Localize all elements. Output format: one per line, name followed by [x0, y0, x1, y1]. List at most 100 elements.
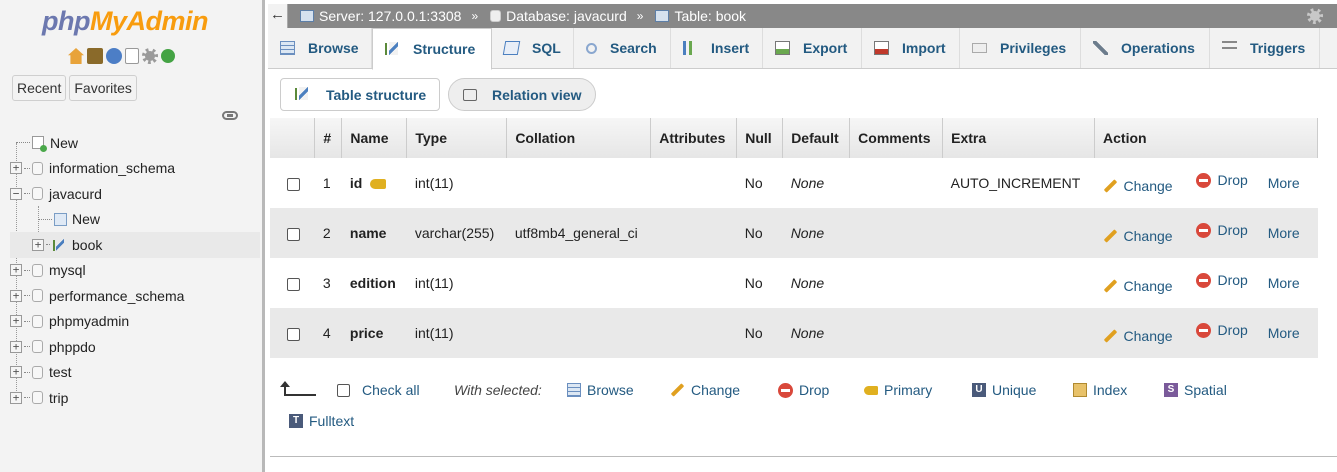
expand-icon[interactable]: + — [10, 391, 22, 404]
column-header-name[interactable]: Name — [341, 118, 408, 158]
tab-browse[interactable]: Browse — [268, 28, 372, 68]
breadcrumb-table[interactable]: Table: book — [655, 8, 746, 24]
drop-button[interactable]: Drop — [1196, 272, 1248, 288]
home-icon[interactable] — [68, 48, 84, 64]
tree-item-mysql[interactable]: + mysql — [10, 258, 260, 284]
change-button[interactable]: Change — [1103, 178, 1173, 194]
tab-export[interactable]: Export — [763, 28, 862, 68]
tab-label: SQL — [532, 40, 561, 56]
field-comments — [849, 258, 943, 308]
drop-button[interactable]: Drop — [1196, 222, 1248, 239]
tab-import[interactable]: Import — [862, 28, 960, 68]
drop-button[interactable]: Drop — [1196, 172, 1248, 188]
tab-insert[interactable]: Insert — [671, 28, 763, 68]
drop-icon — [1196, 222, 1212, 238]
bulk-browse-label: Browse — [587, 382, 634, 398]
change-button[interactable]: Change — [1103, 328, 1173, 344]
expand-icon[interactable]: + — [32, 238, 44, 251]
database-icon — [32, 391, 43, 405]
row-checkbox[interactable] — [287, 227, 300, 241]
breadcrumb-server[interactable]: Server: 127.0.0.1:3308 — [300, 8, 461, 24]
more-button[interactable]: More — [1268, 325, 1300, 341]
tree-item-information-schema[interactable]: + information_schema — [10, 156, 260, 182]
change-button[interactable]: Change — [1103, 228, 1173, 244]
link-with-main-panel-icon[interactable] — [222, 111, 238, 120]
tab-triggers[interactable]: Triggers — [1210, 28, 1320, 68]
bulk-index-button[interactable]: Index — [1073, 382, 1127, 398]
sql-icon — [502, 41, 521, 55]
tab-sql[interactable]: SQL — [492, 28, 574, 68]
tab-structure[interactable]: Structure — [372, 28, 492, 70]
more-button[interactable]: More — [1268, 175, 1300, 191]
expand-icon[interactable]: + — [10, 289, 22, 302]
check-all-control[interactable]: Check all — [337, 382, 420, 398]
field-extra: AUTO_INCREMENT — [942, 158, 1095, 208]
drop-button[interactable]: Drop — [1196, 322, 1248, 338]
bulk-unique-button[interactable]: U Unique — [972, 382, 1036, 398]
tree-item-book[interactable]: + book — [10, 232, 260, 258]
column-header-collation[interactable]: Collation — [506, 118, 652, 158]
settings-icon[interactable] — [142, 48, 158, 64]
phpmyadmin-logo[interactable]: phpMyAdmin — [42, 6, 208, 37]
tree-item-phpmyadmin[interactable]: + phpmyadmin — [10, 309, 260, 335]
more-button[interactable]: More — [1268, 275, 1300, 291]
expand-icon[interactable]: + — [10, 366, 22, 379]
breadcrumb-database[interactable]: Database: javacurd — [490, 8, 627, 24]
help-icon[interactable] — [106, 48, 122, 64]
row-checkbox[interactable] — [287, 177, 300, 191]
pencil-icon — [670, 383, 685, 397]
bulk-drop-button[interactable]: Drop — [778, 382, 829, 398]
drop-icon — [1196, 172, 1212, 188]
tab-operations[interactable]: Operations — [1081, 28, 1210, 68]
tab-search[interactable]: Search — [574, 28, 671, 68]
logout-icon[interactable] — [87, 48, 103, 64]
tree-item-phppdo[interactable]: + phppdo — [10, 334, 260, 360]
column-header-extra[interactable]: Extra — [942, 118, 1096, 158]
subtab-table-structure[interactable]: Table structure — [280, 78, 440, 111]
column-header-number[interactable]: # — [314, 118, 343, 158]
bulk-browse-button[interactable]: Browse — [567, 382, 634, 398]
subtab-relation-view[interactable]: Relation view — [448, 78, 596, 111]
bulk-change-button[interactable]: Change — [670, 382, 740, 398]
tree-item-trip[interactable]: + trip — [10, 385, 260, 411]
favorites-button[interactable]: Favorites — [69, 75, 137, 101]
change-label: Change — [1123, 227, 1173, 244]
tree-item-performance-schema[interactable]: + performance_schema — [10, 283, 260, 309]
expand-icon[interactable]: + — [10, 340, 22, 353]
expand-icon[interactable]: + — [10, 315, 22, 328]
bulk-fulltext-button[interactable]: T Fulltext — [289, 413, 354, 429]
tree-item-test[interactable]: + test — [10, 360, 260, 386]
documentation-icon[interactable] — [125, 48, 139, 64]
expand-icon[interactable]: + — [10, 264, 22, 277]
page-settings-gear-icon[interactable] — [1307, 8, 1323, 24]
tree-item-new[interactable]: New — [10, 130, 260, 156]
bulk-primary-button[interactable]: Primary — [864, 382, 932, 398]
tree-item-javacurd[interactable]: − javacurd — [10, 181, 260, 207]
database-icon — [490, 10, 502, 22]
column-header-type[interactable]: Type — [406, 118, 508, 158]
new-table-icon — [54, 212, 67, 226]
column-header-default[interactable]: Default — [782, 118, 851, 158]
expand-icon[interactable]: + — [10, 162, 22, 175]
row-checkbox[interactable] — [287, 277, 300, 291]
tab-privileges[interactable]: Privileges — [960, 28, 1081, 68]
check-all-label[interactable]: Check all — [362, 382, 420, 398]
collapse-icon[interactable]: − — [10, 187, 22, 200]
drop-label: Drop — [1217, 222, 1248, 239]
column-header-attributes[interactable]: Attributes — [650, 118, 738, 158]
change-button[interactable]: Change — [1103, 278, 1173, 294]
tree-item-javacurd-new-table[interactable]: New — [10, 207, 260, 233]
browse-icon — [280, 41, 295, 55]
more-button[interactable]: More — [1268, 225, 1300, 241]
row-checkbox[interactable] — [287, 327, 300, 341]
drop-icon — [1196, 272, 1212, 288]
recent-button[interactable]: Recent — [12, 75, 67, 101]
reload-icon[interactable] — [161, 49, 175, 63]
tree-item-label: book — [72, 236, 103, 253]
collapse-navigation-arrow-icon[interactable]: ← — [268, 4, 288, 28]
check-all-checkbox[interactable] — [337, 383, 350, 397]
column-header-comments[interactable]: Comments — [849, 118, 944, 158]
tree-item-label: New — [50, 134, 79, 151]
column-header-null[interactable]: Null — [736, 118, 784, 158]
bulk-spatial-button[interactable]: S Spatial — [1164, 382, 1227, 398]
